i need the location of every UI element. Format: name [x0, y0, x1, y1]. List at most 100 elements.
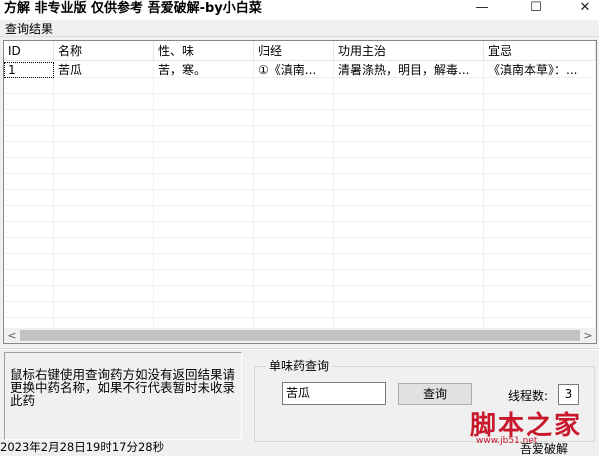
empty-cell — [254, 238, 334, 254]
empty-cell — [154, 126, 254, 142]
empty-cell — [4, 78, 54, 94]
empty-row — [4, 302, 596, 318]
empty-cell — [54, 126, 154, 142]
empty-cell — [484, 174, 596, 190]
maximize-button[interactable]: ☐ — [513, 0, 559, 18]
empty-cell — [154, 78, 254, 94]
hint-text: 鼠标右键使用查询药方如没有返回结果请更换中药名称，如果不行代表暂时未收录此药 — [10, 367, 236, 408]
query-button[interactable]: 查询 — [398, 383, 472, 405]
empty-row — [4, 126, 596, 142]
empty-cell — [334, 206, 484, 222]
empty-cell — [254, 126, 334, 142]
cell-contraindications: 《滇南本草》：... — [484, 62, 596, 78]
scrollbar-thumb[interactable] — [20, 330, 580, 341]
empty-cell — [484, 302, 596, 318]
empty-cell — [484, 78, 596, 94]
empty-cell — [4, 206, 54, 222]
empty-cell — [484, 94, 596, 110]
title-bar: 方解 非专业版 仅供参考 吾爱破解-by小白菜 — ☐ ✕ — [0, 0, 599, 20]
empty-cell — [4, 158, 54, 174]
empty-cell — [254, 190, 334, 206]
empty-cell — [254, 158, 334, 174]
empty-cell — [54, 238, 154, 254]
empty-cell — [54, 94, 154, 110]
herb-name-input[interactable]: 苦瓜 — [282, 382, 386, 405]
empty-cell — [334, 126, 484, 142]
close-button[interactable]: ✕ — [562, 0, 599, 18]
empty-cell — [254, 110, 334, 126]
table-row[interactable]: 1 苦瓜 苦，寒。 ①《滇南... 清暑涤热，明目，解毒... 《滇南本草》：.… — [4, 62, 596, 78]
status-time: 2023年2月28日19时17分28秒 — [0, 440, 165, 454]
empty-cell — [334, 270, 484, 286]
empty-cell — [254, 206, 334, 222]
empty-cell — [54, 78, 154, 94]
divider — [0, 348, 599, 350]
empty-cell — [54, 142, 154, 158]
column-header-taste[interactable]: 性、味 — [154, 41, 254, 61]
empty-cell — [4, 110, 54, 126]
results-table[interactable]: ID 名称 性、味 归经 功用主治 宜忌 1 苦瓜 苦，寒。 ①《滇南... 清… — [3, 40, 597, 344]
empty-cell — [54, 158, 154, 174]
empty-cell — [334, 286, 484, 302]
empty-row — [4, 238, 596, 254]
empty-cell — [484, 190, 596, 206]
empty-cell — [254, 302, 334, 318]
empty-row — [4, 174, 596, 190]
empty-cell — [4, 238, 54, 254]
empty-cell — [484, 222, 596, 238]
empty-cell — [54, 286, 154, 302]
empty-row — [4, 206, 596, 222]
empty-cell — [154, 238, 254, 254]
empty-cell — [484, 126, 596, 142]
column-header-contraindications[interactable]: 宜忌 — [484, 41, 596, 61]
empty-cell — [154, 190, 254, 206]
empty-cell — [254, 286, 334, 302]
scroll-right-icon[interactable]: > — [580, 328, 596, 343]
empty-row — [4, 94, 596, 110]
empty-cell — [334, 78, 484, 94]
column-header-id[interactable]: ID — [4, 41, 54, 61]
empty-cell — [4, 302, 54, 318]
cell-id: 1 — [4, 62, 54, 78]
empty-cell — [334, 158, 484, 174]
empty-cell — [484, 206, 596, 222]
table-header: ID 名称 性、味 归经 功用主治 宜忌 — [4, 41, 596, 62]
empty-cell — [154, 174, 254, 190]
empty-cell — [154, 206, 254, 222]
empty-cell — [254, 222, 334, 238]
thread-count-input[interactable]: 3 — [558, 384, 579, 405]
column-header-function[interactable]: 功用主治 — [334, 41, 484, 61]
empty-cell — [54, 110, 154, 126]
empty-cell — [154, 222, 254, 238]
watermark-url: www.jb51.net — [476, 436, 538, 446]
empty-cell — [484, 286, 596, 302]
empty-row — [4, 270, 596, 286]
empty-cell — [4, 222, 54, 238]
empty-cell — [154, 142, 254, 158]
results-group-label: 查询结果 — [5, 22, 54, 36]
empty-cell — [254, 174, 334, 190]
empty-cell — [334, 222, 484, 238]
empty-cell — [334, 174, 484, 190]
horizontal-scrollbar[interactable]: < > — [4, 328, 596, 343]
empty-cell — [334, 110, 484, 126]
empty-cell — [154, 302, 254, 318]
column-header-meridian[interactable]: 归经 — [254, 41, 334, 61]
empty-cell — [4, 126, 54, 142]
minimize-button[interactable]: — — [459, 0, 505, 18]
cell-meridian: ①《滇南... — [254, 62, 334, 78]
empty-cell — [254, 94, 334, 110]
empty-cell — [154, 254, 254, 270]
empty-cell — [254, 78, 334, 94]
empty-cell — [4, 254, 54, 270]
scroll-left-icon[interactable]: < — [4, 328, 20, 343]
empty-cell — [154, 94, 254, 110]
column-header-name[interactable]: 名称 — [54, 41, 154, 61]
empty-row — [4, 78, 596, 94]
empty-cell — [4, 270, 54, 286]
empty-cell — [334, 94, 484, 110]
empty-row — [4, 254, 596, 270]
empty-cell — [334, 254, 484, 270]
empty-row — [4, 222, 596, 238]
empty-cell — [254, 142, 334, 158]
